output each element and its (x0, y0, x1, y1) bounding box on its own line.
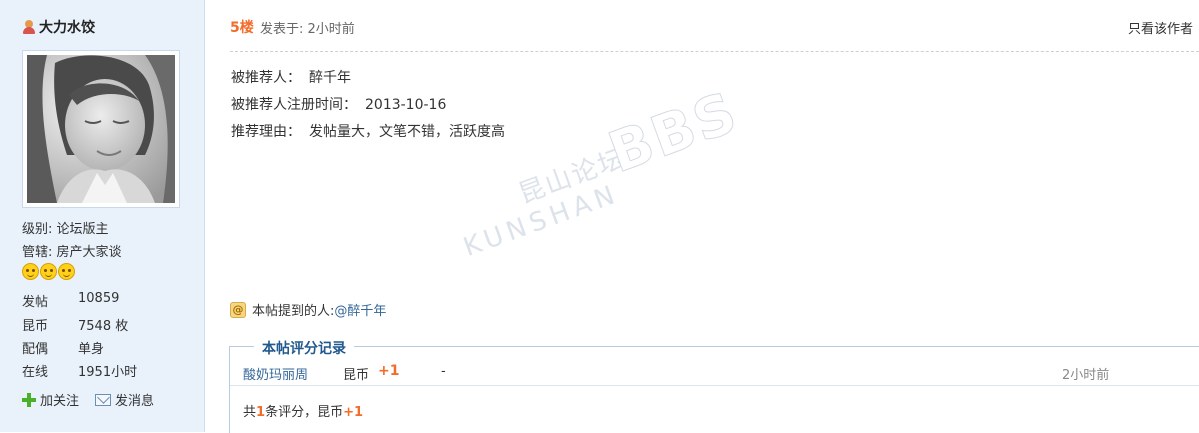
divider (230, 51, 1199, 52)
mail-icon (95, 393, 112, 406)
author-sidebar: 大力水饺 级别: 论坛版主 管辖: 房产大家谈 发帖 10859 昆币 7548… (0, 0, 205, 432)
stat-posts: 发帖 10859 (22, 291, 120, 310)
author-manages: 管辖: 房产大家谈 (22, 245, 122, 260)
rank-medals (22, 263, 75, 280)
author-name[interactable]: 大力水饺 (39, 17, 95, 37)
rating-type: 昆币 (343, 368, 370, 383)
stat-online: 在线 1951小时 (22, 365, 138, 380)
reason-line: 推荐理由： 发帖量大，文笔不错，活跃度高 (231, 124, 505, 140)
smiley-icon (58, 263, 75, 280)
follow-button[interactable]: 加关注 (22, 390, 79, 409)
message-button[interactable]: 发消息 (95, 390, 154, 409)
nominee-line: 被推荐人： 醉千年 (231, 70, 351, 86)
mentioned-users: @ 本帖提到的人: @醉千年 (230, 300, 386, 319)
rating-value: +1 (378, 363, 400, 379)
smiley-icon (22, 263, 39, 280)
author-actions: 加关注 发消息 (22, 390, 170, 409)
watermark: 昆山论坛 BBS KUNSHAN (459, 79, 747, 263)
rating-time: 2小时前 (1062, 368, 1110, 383)
user-icon (22, 20, 36, 34)
author-header: 大力水饺 (22, 17, 95, 37)
nominee-register-line: 被推荐人注册时间： 2013-10-16 (231, 97, 447, 113)
stat-coins: 昆币 7548 枚 (22, 319, 129, 334)
rating-reason: - (441, 364, 446, 379)
post-time: 发表于: 2小时前 (260, 22, 355, 37)
stat-spouse: 配偶 单身 (22, 342, 105, 357)
rater-link[interactable]: 酸奶玛丽周 (243, 364, 308, 383)
at-icon: @ (230, 301, 246, 318)
avatar[interactable] (22, 50, 180, 208)
only-author-link[interactable]: 只看该作者 (1128, 18, 1193, 37)
smiley-icon (40, 263, 57, 280)
rating-total: 共1条评分，昆币+1 (243, 405, 364, 420)
author-level: 级别: 论坛版主 (22, 222, 109, 237)
post-content: 5楼 发表于: 2小时前 只看该作者 被推荐人： 醉千年 被推荐人注册时间： 201… (205, 0, 1199, 433)
avatar-image[interactable] (27, 55, 175, 203)
rating-title: 本帖评分记录 (254, 338, 354, 358)
rating-log: 本帖评分记录 酸奶玛丽周 昆币 +1 - 2小时前 共1条评分，昆币+1 (229, 338, 1199, 433)
plus-icon (22, 392, 36, 407)
floor-number[interactable]: 5楼 (230, 17, 254, 37)
mentioned-user-link[interactable]: @醉千年 (334, 300, 386, 319)
rating-row: 酸奶玛丽周 昆币 +1 - 2小时前 (230, 359, 1199, 386)
